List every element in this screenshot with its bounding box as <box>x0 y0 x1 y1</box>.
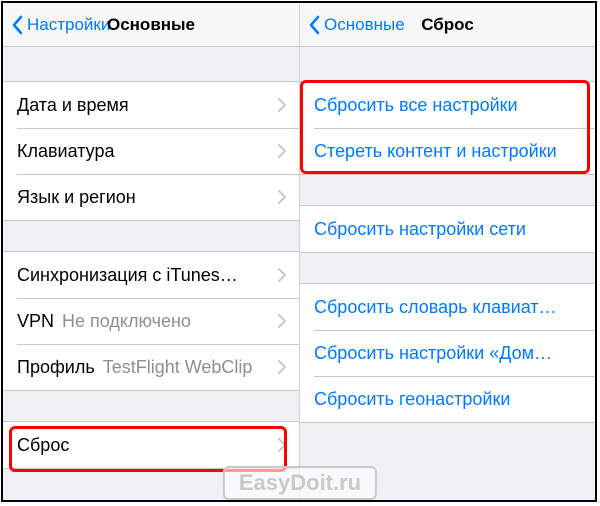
action-reset-network[interactable]: Сбросить настройки сети <box>300 206 595 252</box>
row-label: Сброс <box>17 435 69 456</box>
nav-title-right: Сброс <box>421 15 474 35</box>
action-reset-location[interactable]: Сбросить геонастройки <box>300 376 595 422</box>
chevron-right-icon <box>277 437 287 453</box>
chevron-left-icon <box>308 15 320 35</box>
chevron-right-icon <box>277 143 287 159</box>
row-itunes-sync[interactable]: Синхронизация с iTunes… <box>3 252 299 298</box>
chevron-right-icon <box>277 267 287 283</box>
row-value: Не подключено <box>62 311 269 332</box>
chevron-right-icon <box>277 97 287 113</box>
group-date-keyboard-lang: Дата и время Клавиатура Язык и регион <box>3 81 299 221</box>
left-pane: Настройки Основные Дата и время Клавиату… <box>3 3 299 500</box>
nav-title-left: Основные <box>107 15 195 35</box>
right-content: Сбросить все настройки Стереть контент и… <box>300 47 595 500</box>
chevron-right-icon <box>277 189 287 205</box>
watermark: EasyDoit.ru <box>223 466 377 500</box>
back-label: Настройки <box>27 15 110 35</box>
group-sync-vpn-profile: Синхронизация с iTunes… VPN Не подключен… <box>3 251 299 391</box>
row-label: Дата и время <box>17 95 129 116</box>
action-label: Стереть контент и настройки <box>314 141 557 162</box>
row-label: Синхронизация с iTunes… <box>17 265 238 286</box>
row-label: Профиль <box>17 357 95 378</box>
chevron-left-icon <box>11 15 23 35</box>
action-label: Сбросить словарь клавиат… <box>314 297 557 318</box>
back-label: Основные <box>324 15 405 35</box>
row-vpn[interactable]: VPN Не подключено <box>3 298 299 344</box>
left-content: Дата и время Клавиатура Язык и регион <box>3 47 299 500</box>
action-label: Сбросить настройки сети <box>314 219 526 240</box>
action-erase-content[interactable]: Стереть контент и настройки <box>300 128 595 174</box>
group-reset-main: Сбросить все настройки Стереть контент и… <box>300 81 595 175</box>
action-reset-all-settings[interactable]: Сбросить все настройки <box>300 82 595 128</box>
action-reset-keyboard-dict[interactable]: Сбросить словарь клавиат… <box>300 284 595 330</box>
row-language-region[interactable]: Язык и регион <box>3 174 299 220</box>
group-reset-other: Сбросить словарь клавиат… Сбросить настр… <box>300 283 595 423</box>
action-label: Сбросить геонастройки <box>314 389 510 410</box>
row-value: TestFlight WebClip <box>103 357 269 378</box>
chevron-right-icon <box>277 359 287 375</box>
back-button-right[interactable]: Основные <box>308 15 405 35</box>
action-label: Сбросить настройки «Дом… <box>314 343 552 364</box>
group-reset-network: Сбросить настройки сети <box>300 205 595 253</box>
row-date-time[interactable]: Дата и время <box>3 82 299 128</box>
left-navbar: Настройки Основные <box>3 3 299 47</box>
right-navbar: Основные Сброс <box>300 3 595 47</box>
row-profile[interactable]: Профиль TestFlight WebClip <box>3 344 299 390</box>
action-label: Сбросить все настройки <box>314 95 518 116</box>
row-label: Клавиатура <box>17 141 115 162</box>
row-label: Язык и регион <box>17 187 136 208</box>
chevron-right-icon <box>277 313 287 329</box>
group-reset: Сброс <box>3 421 299 469</box>
right-pane: Основные Сброс Сбросить все настройки Ст… <box>299 3 595 500</box>
row-label: VPN <box>17 311 54 332</box>
back-button-left[interactable]: Настройки <box>11 15 110 35</box>
row-reset[interactable]: Сброс <box>3 422 299 468</box>
action-reset-home[interactable]: Сбросить настройки «Дом… <box>300 330 595 376</box>
row-keyboard[interactable]: Клавиатура <box>3 128 299 174</box>
